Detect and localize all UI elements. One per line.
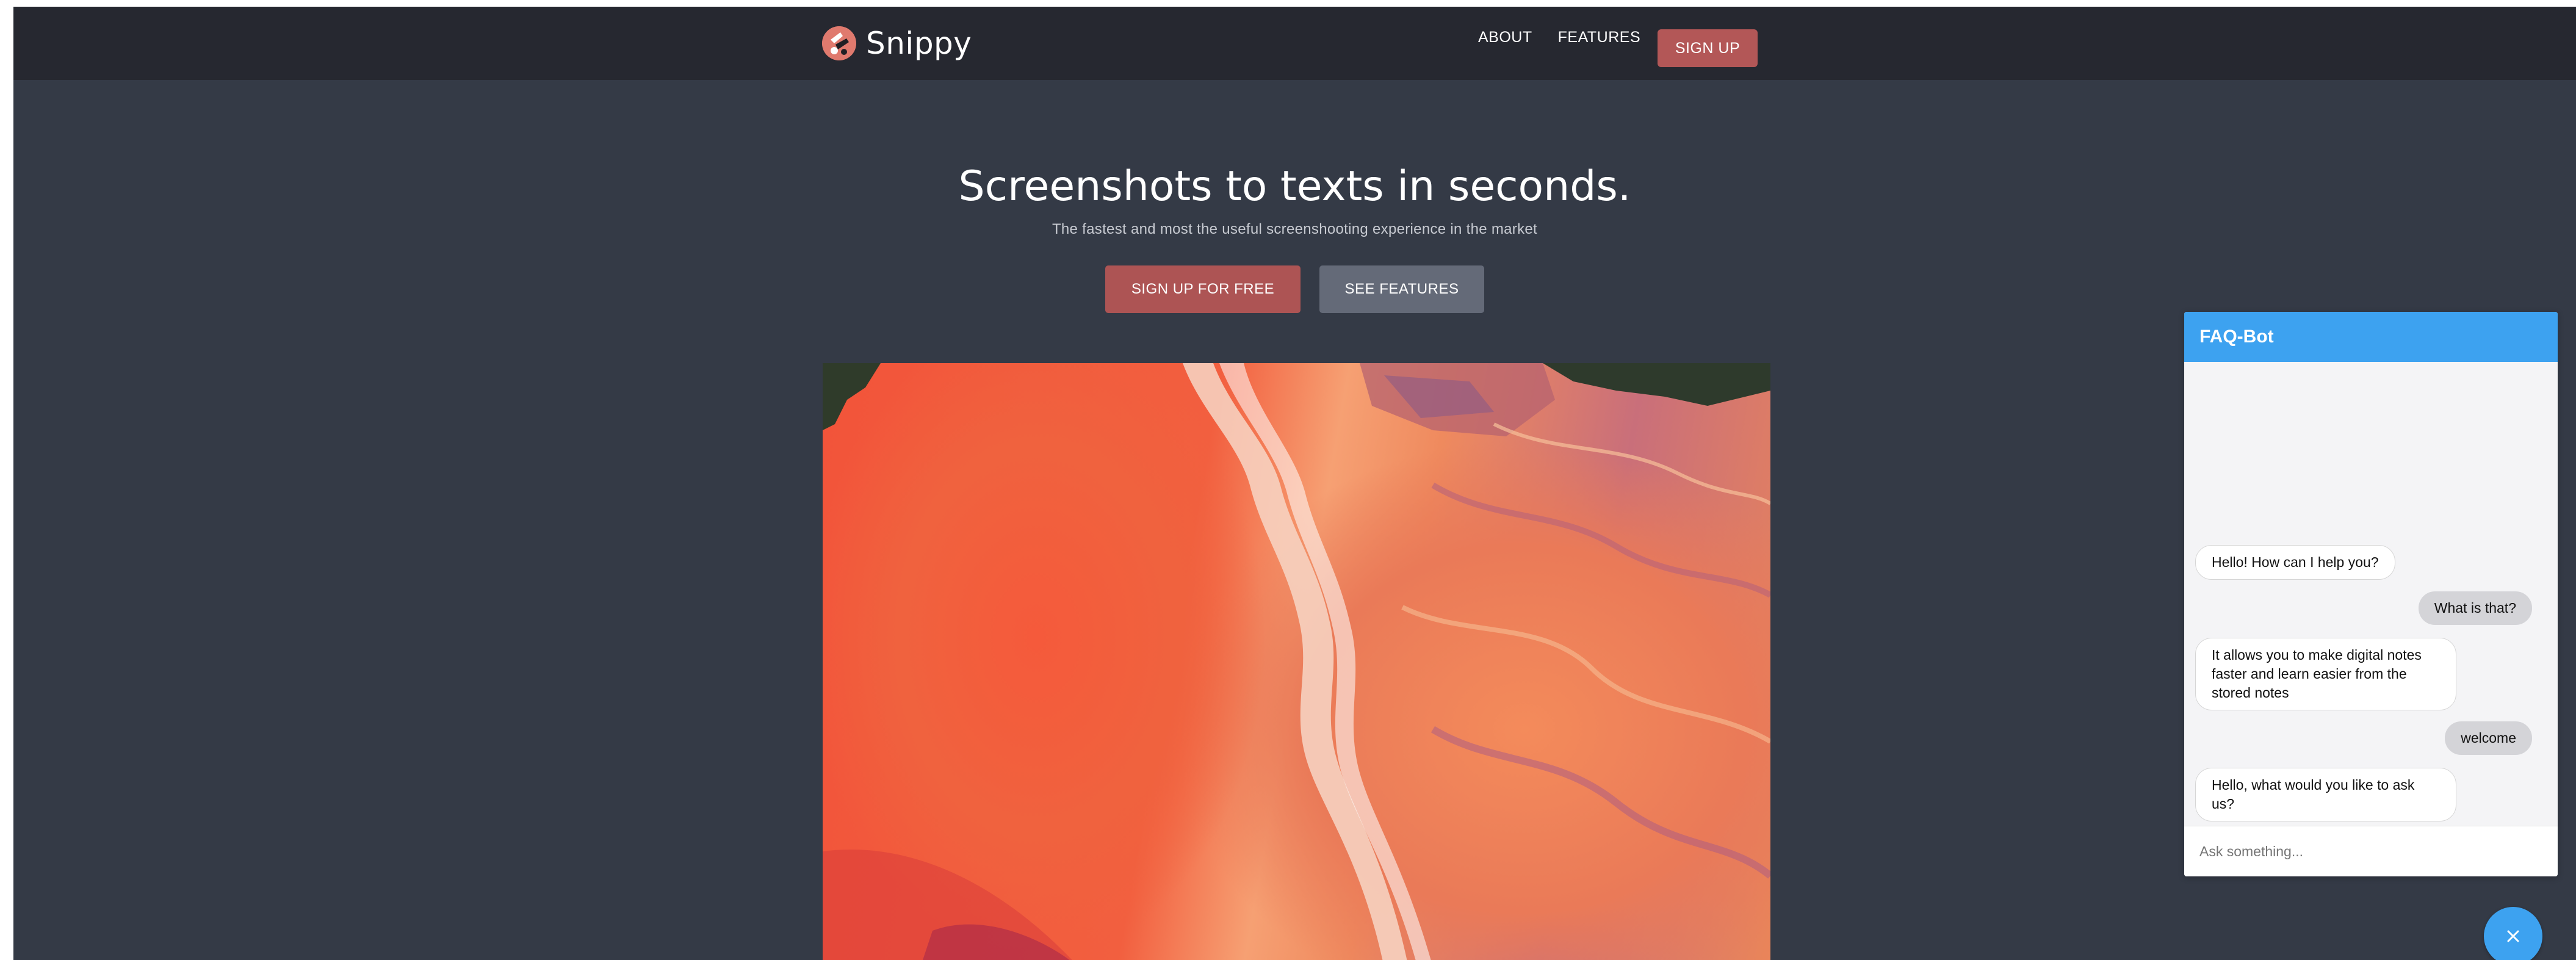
chat-header-title: FAQ-Bot	[2184, 312, 2558, 362]
brand-name: Snippy	[866, 26, 972, 61]
nav-links: ABOUT FEATURES	[1478, 30, 1666, 45]
snippy-logo-icon	[822, 26, 856, 60]
chat-messages[interactable]: Hello! How can I help you? What is that?…	[2184, 362, 2558, 826]
hero-image	[823, 363, 1770, 960]
see-features-button[interactable]: SEE FEATURES	[1319, 265, 1484, 313]
navbar: Snippy ABOUT FEATURES SIGN UP	[13, 7, 2576, 80]
chat-message-bot: It allows you to make digital notes fast…	[2195, 638, 2456, 710]
nav-signup-button[interactable]: SIGN UP	[1658, 29, 1758, 67]
nav-link-about[interactable]: ABOUT	[1478, 30, 1532, 45]
brand[interactable]: Snippy	[822, 26, 972, 61]
hero-title: Screenshots to texts in seconds.	[958, 162, 1631, 211]
close-icon	[2507, 930, 2519, 942]
chat-message-user: welcome	[2445, 721, 2532, 755]
nav-link-features[interactable]: FEATURES	[1558, 30, 1641, 45]
page: Snippy ABOUT FEATURES SIGN UP Screenshot…	[13, 7, 2576, 960]
chat-message-bot: Hello, what would you like to ask us?	[2195, 768, 2456, 821]
signup-free-button[interactable]: SIGN UP FOR FREE	[1105, 265, 1301, 313]
chat-input[interactable]	[2184, 826, 2558, 876]
chat-toggle-button[interactable]	[2484, 907, 2542, 960]
faq-chat-widget: FAQ-Bot Hello! How can I help you? What …	[2184, 312, 2558, 876]
hero-subtitle: The fastest and most the useful screensh…	[1052, 221, 1538, 237]
chat-message-bot: Hello! How can I help you?	[2195, 545, 2395, 580]
chat-message-user: What is that?	[2418, 591, 2532, 625]
